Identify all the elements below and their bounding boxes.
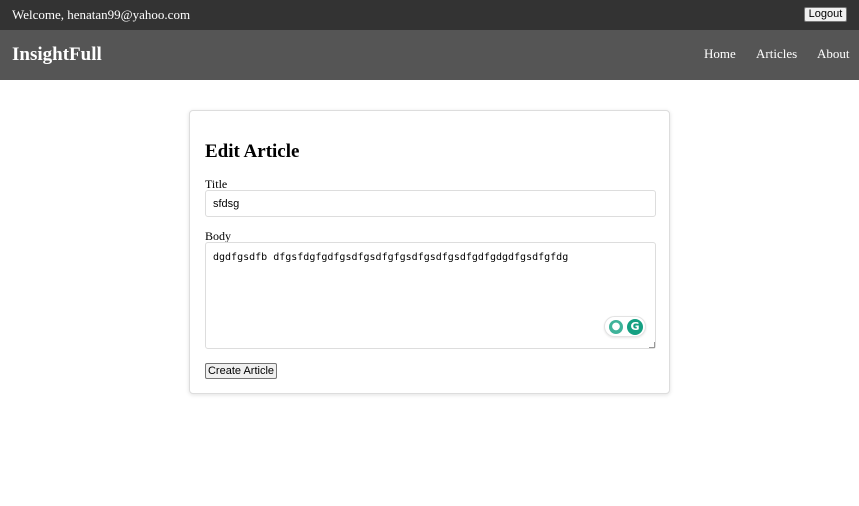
welcome-text: Welcome, henatan99@yahoo.com [12, 7, 191, 22]
body-label: Body [205, 229, 232, 243]
title-label: Title [205, 177, 228, 191]
grammarly-icon[interactable]: G [627, 319, 643, 335]
page-title: Edit Article [205, 141, 300, 162]
nav-link-home[interactable]: Home [704, 46, 736, 62]
nav-link-about[interactable]: About [817, 46, 850, 62]
logout-button[interactable]: Logout [804, 7, 847, 22]
grammarly-widget[interactable]: ● G [604, 316, 646, 337]
body-textarea[interactable]: dgdfgsdfb dfgsfdgfgdfgsdfgsdfgfgsdfgsdfg… [205, 242, 656, 349]
brand-logo[interactable]: InsightFull [12, 44, 102, 66]
main-navbar: InsightFull Home Articles About [0, 30, 859, 80]
resize-handle-icon[interactable] [649, 342, 655, 348]
edit-article-card: Edit Article Title Body dgdfgsdfb dfgsfd… [189, 110, 670, 394]
top-bar: Welcome, henatan99@yahoo.com Logout [0, 0, 859, 30]
lightbulb-icon[interactable]: ● [609, 320, 623, 334]
title-input[interactable] [205, 190, 656, 217]
create-article-button[interactable]: Create Article [205, 363, 277, 379]
nav-link-articles[interactable]: Articles [756, 46, 797, 62]
